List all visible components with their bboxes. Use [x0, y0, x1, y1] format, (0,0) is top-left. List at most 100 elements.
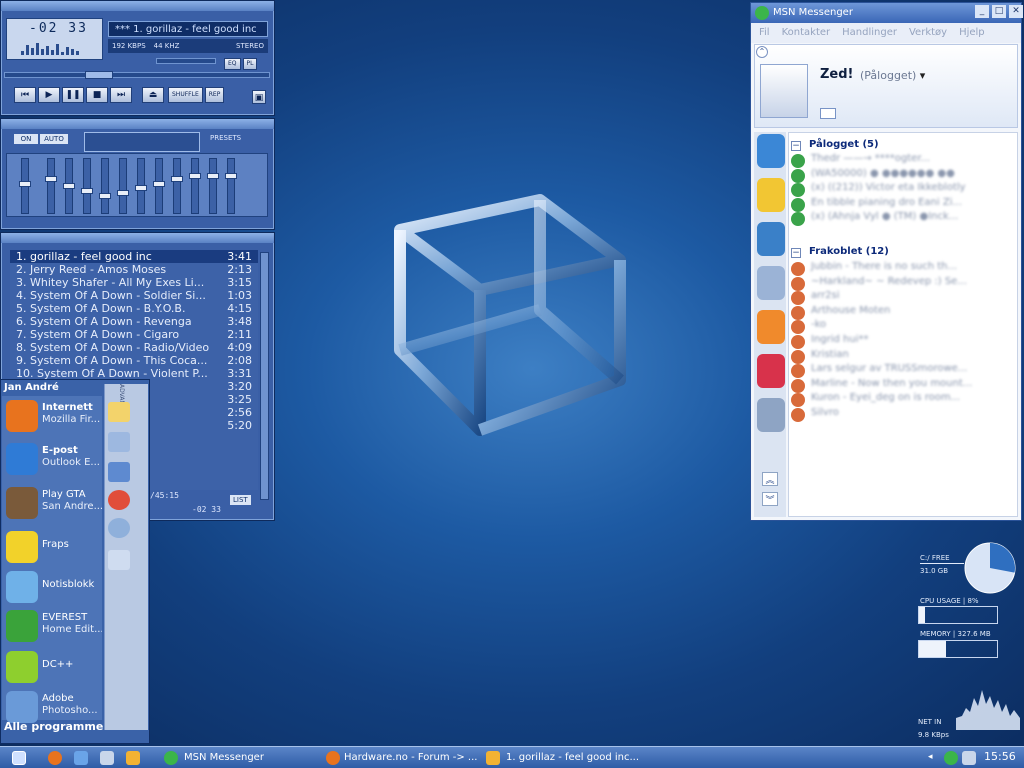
playlist-titlebar[interactable]: [1, 233, 274, 243]
winamp-seek-knob[interactable]: [85, 71, 113, 79]
contact-item[interactable]: (x) ((212)) Victor eta Ikkeblotly: [811, 182, 966, 193]
contact-item[interactable]: Kristian: [811, 349, 849, 360]
eq-band-knob[interactable]: [153, 181, 165, 187]
winamp-time-display[interactable]: -02 33: [29, 21, 88, 36]
stop-icon[interactable]: ■: [86, 87, 108, 103]
tab-mobile-icon[interactable]: [757, 398, 785, 432]
playlist-item[interactable]: 4. System Of A Down - Soldier Si... 1:03: [10, 289, 258, 302]
eq-band-slider[interactable]: [171, 158, 183, 214]
eq-band-slider[interactable]: [63, 158, 75, 214]
task-hardware-forum[interactable]: Hardware.no - Forum -> ...: [344, 750, 477, 766]
start-menu-item[interactable]: Play GTA San Andre...: [4, 483, 102, 523]
contact-item[interactable]: Silvro: [811, 407, 839, 418]
shuffle-button[interactable]: SHUFFLE: [168, 87, 203, 103]
winamp-seek-bar[interactable]: [4, 71, 270, 79]
eq-band-knob[interactable]: [45, 176, 57, 182]
repeat-button[interactable]: REP: [204, 87, 225, 103]
msn-collapse-icon[interactable]: ⌃: [756, 46, 768, 58]
contact-item[interactable]: Thedr ——→ ****ogter...: [811, 153, 930, 164]
eq-band-slider[interactable]: [225, 158, 237, 214]
start-menu-item[interactable]: EVEREST Home Edit...: [4, 606, 102, 646]
tab-travel-icon[interactable]: [757, 266, 785, 300]
eq-band-knob[interactable]: [225, 173, 237, 179]
winamp-menu-icon[interactable]: ▣: [252, 90, 266, 104]
eq-band-slider[interactable]: [45, 158, 57, 214]
contact-item[interactable]: (x) (Ahnja Vyl ● (TM) ●Inck...: [811, 211, 958, 222]
tray-volume-icon[interactable]: [962, 751, 976, 765]
equalizer-titlebar[interactable]: [1, 119, 274, 129]
contact-item[interactable]: Ingrid hui**: [811, 334, 869, 345]
maximize-icon[interactable]: □: [992, 5, 1006, 18]
tab-dating-icon[interactable]: [757, 354, 785, 388]
winamp-volume-slider[interactable]: [156, 58, 216, 64]
firefox-icon[interactable]: [48, 751, 62, 765]
all-programs-button[interactable]: Alle programmer: [4, 720, 109, 733]
contact-item[interactable]: ~Harkland~ ~ Redevep :) Se...: [811, 276, 967, 287]
contact-item[interactable]: Marline - Now then you mount...: [811, 378, 972, 389]
eq-band-knob[interactable]: [117, 190, 129, 196]
scroll-up-icon[interactable]: ︽: [762, 472, 778, 486]
tab-contacts-icon[interactable]: [757, 134, 785, 168]
run-icon[interactable]: [108, 550, 130, 570]
msn-menu-item[interactable]: Handlinger: [842, 27, 897, 39]
eq-band-slider[interactable]: [207, 158, 219, 214]
eq-band-slider[interactable]: [99, 158, 111, 214]
outlook-express-icon[interactable]: [74, 751, 88, 765]
playlist-item[interactable]: 8. System Of A Down - Radio/Video 4:09: [10, 341, 258, 354]
winamp-pl-toggle[interactable]: PL: [242, 58, 258, 70]
prev-track-icon[interactable]: ⏮: [14, 87, 36, 103]
playlist-item[interactable]: 2. Jerry Reed - Amos Moses 2:13: [10, 263, 258, 276]
eq-on-button[interactable]: ON: [14, 134, 38, 144]
show-desktop-icon[interactable]: [12, 751, 26, 765]
eq-band-slider[interactable]: [189, 158, 201, 214]
next-track-icon[interactable]: ⏭: [110, 87, 132, 103]
eq-band-knob[interactable]: [99, 193, 111, 199]
contact-item[interactable]: arr2si: [811, 290, 840, 301]
eq-band-knob[interactable]: [171, 176, 183, 182]
eq-band-knob[interactable]: [81, 188, 93, 194]
eq-band-knob[interactable]: [207, 173, 219, 179]
winamp-eq-toggle[interactable]: EQ: [224, 58, 241, 70]
start-menu-item[interactable]: Internett Mozilla Fir...: [4, 396, 102, 436]
eq-band-knob[interactable]: [189, 173, 201, 179]
tab-1881-icon[interactable]: [757, 310, 785, 344]
tray-expand-icon[interactable]: ◂: [928, 752, 933, 762]
quicklaunch-app-icon[interactable]: [100, 751, 114, 765]
msn-menu-item[interactable]: Verktøy: [909, 27, 947, 39]
contact-group-header[interactable]: Pålogget (5): [809, 139, 879, 150]
task-msn-messenger[interactable]: MSN Messenger: [184, 750, 264, 766]
group-collapse-icon[interactable]: −: [791, 141, 801, 151]
contact-item[interactable]: Kuron - Eyei_deg on is room...: [811, 392, 960, 403]
winamp-visualizer[interactable]: [21, 41, 89, 55]
play-icon[interactable]: ▶: [38, 87, 60, 103]
playlist-item[interactable]: 3. Whitey Shafer - All My Exes Li... 3:15: [10, 276, 258, 289]
start-menu-item[interactable]: E-post Outlook E...: [4, 439, 102, 479]
msn-menu-item[interactable]: Hjelp: [959, 27, 985, 39]
contact-group-header[interactable]: Frakoblet (12): [809, 246, 889, 257]
control-panel-icon[interactable]: [108, 462, 130, 482]
eq-band-knob[interactable]: [135, 185, 147, 191]
eq-band-slider[interactable]: [153, 158, 165, 214]
start-menu-item[interactable]: Notisblokk: [4, 567, 102, 607]
contact-item[interactable]: En tibble pianing dro Eani Zi...: [811, 197, 962, 208]
close-icon[interactable]: ✕: [1009, 5, 1023, 18]
taskbar-clock[interactable]: 15:56: [984, 750, 1016, 763]
start-menu-item[interactable]: Fraps: [4, 527, 102, 567]
eq-presets-button[interactable]: PRESETS: [210, 134, 241, 142]
tray-msn-icon[interactable]: [944, 751, 958, 765]
mail-icon[interactable]: [820, 108, 836, 119]
eq-band-slider[interactable]: [19, 158, 31, 214]
msn-menu-item[interactable]: Kontakter: [782, 27, 831, 39]
winamp-titlebar[interactable]: [1, 1, 274, 11]
eq-auto-button[interactable]: AUTO: [40, 134, 68, 144]
contact-item[interactable]: (WA50000) ● ●●●●●● ●●: [811, 168, 955, 179]
task-winamp[interactable]: 1. gorillaz - feel good inc...: [506, 750, 639, 766]
my-computer-icon[interactable]: [108, 432, 130, 452]
msn-contact-list[interactable]: − Pålogget (5) Thedr ——→ ****ogter... (WA50…: [788, 132, 1018, 517]
playlist-item[interactable]: 1. gorillaz - feel good inc 3:41: [10, 250, 258, 263]
msn-display-picture[interactable]: [760, 64, 808, 118]
contact-item[interactable]: -ko: [811, 319, 826, 330]
eq-band-slider[interactable]: [117, 158, 129, 214]
msn-user-name[interactable]: Zed!: [820, 67, 853, 82]
contact-item[interactable]: Lars selgur av TRUSSmorowe...: [811, 363, 967, 374]
